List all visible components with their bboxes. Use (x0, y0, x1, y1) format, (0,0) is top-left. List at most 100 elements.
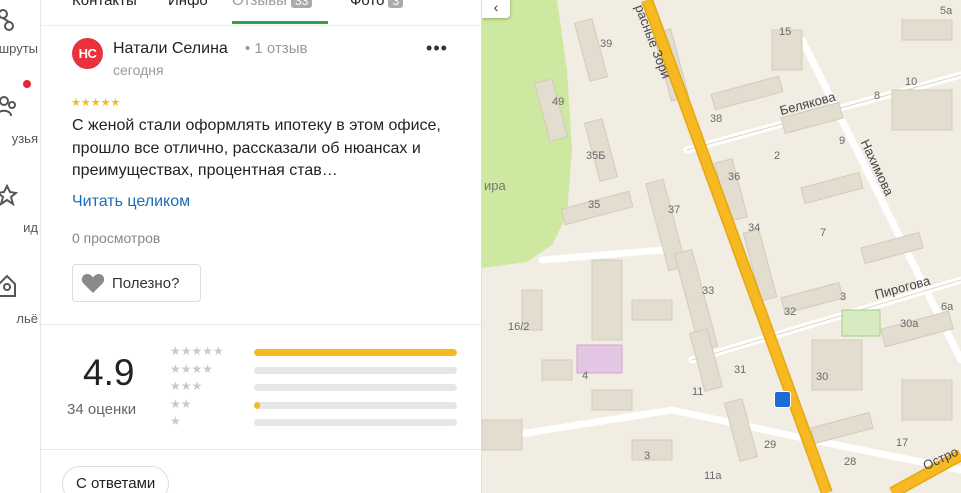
house-number: 9 (839, 135, 846, 147)
rail-item-apartment[interactable]: льё (0, 268, 40, 338)
avatar-initials: НС (78, 46, 97, 61)
distribution-stars: ★ (170, 414, 181, 428)
helpful-label: Полезно? (112, 274, 180, 292)
rating-distribution-row[interactable]: ★★★ (170, 379, 460, 395)
distribution-bar-track (254, 384, 457, 391)
tab-info-label: Инфо (168, 0, 208, 9)
rating-distribution-row[interactable]: ★★★★ (170, 362, 460, 378)
house-number: 8 (874, 90, 881, 102)
house-number: 15 (779, 26, 792, 38)
filter-with-answers-chip[interactable]: С ответами (62, 466, 170, 493)
house-number: 49 (552, 96, 565, 108)
friends-icon (0, 96, 16, 117)
helpful-button[interactable]: Полезно? (72, 264, 201, 302)
distribution-bar-fill (254, 401, 261, 409)
rail-label-apartment: льё (16, 311, 38, 326)
sports-field (841, 309, 881, 337)
heart-icon (81, 273, 105, 293)
house-number: 37 (668, 204, 681, 216)
house-number: 31 (734, 364, 747, 376)
house-number: 3 (644, 450, 651, 462)
house-number: 5а (940, 5, 953, 17)
rating-distribution-row[interactable]: ★★ (170, 397, 460, 413)
rail-label-guide: ид (23, 220, 38, 235)
house-number: 39 (600, 38, 613, 50)
map[interactable]: ‹ Белякова Нахимова Пирогова расные Зори… (482, 0, 961, 493)
house-number: 6а (941, 301, 954, 313)
house-number: 35 (588, 199, 601, 211)
house-number: 29 (764, 439, 777, 451)
reviews-panel: Контакты Инфо Отзывы 33 Фото 3 НС Натали С… (41, 0, 482, 493)
house-number: 34 (748, 222, 761, 234)
rail-item-friends[interactable]: узья (0, 90, 40, 150)
rating-distribution-row[interactable]: ★ (170, 414, 460, 430)
read-more-link[interactable]: Читать целиком (72, 193, 190, 211)
chevron-left-icon: ‹ (493, 0, 499, 15)
house-number: 30а (900, 318, 919, 330)
house-number: 33 (702, 285, 715, 297)
tab-contacts[interactable]: Контакты (72, 0, 137, 9)
house-number: 11а (704, 470, 722, 482)
review-stars: ★★★★★ (71, 97, 121, 109)
avatar[interactable]: НС (72, 38, 103, 69)
distribution-bar-track (254, 419, 457, 426)
map-area-label: ира (484, 178, 506, 193)
rail-label-routes: шруты (0, 41, 38, 56)
house-number: 16/2 (508, 321, 530, 333)
tab-bar: Контакты Инфо Отзывы 33 Фото 3 (41, 0, 481, 26)
house-number: 4 (582, 370, 589, 382)
house-number: 2 (774, 150, 781, 162)
review-author[interactable]: Натали Селина (113, 40, 228, 58)
tab-photo[interactable]: Фото 3 (350, 0, 404, 9)
distribution-stars: ★★★ (170, 379, 203, 393)
house-number: 11 (692, 386, 704, 398)
distribution-stars: ★★ (170, 396, 192, 411)
house-number: 10 (905, 76, 918, 88)
route-icon (0, 9, 14, 31)
distribution-stars: ★★★★ (170, 361, 214, 376)
active-tab-indicator (232, 21, 328, 24)
distribution-bar-track (254, 349, 457, 356)
tab-info[interactable]: Инфо (168, 0, 208, 9)
house-number: 32 (784, 306, 797, 318)
distribution-bar-track (254, 366, 457, 374)
bus-stop-icon[interactable] (774, 391, 791, 408)
tab-photo-badge: 3 (388, 0, 404, 8)
collapse-panel-button[interactable]: ‹ (482, 0, 510, 18)
rating-count: 34 оценки (67, 401, 137, 418)
notification-dot (23, 80, 31, 88)
tab-reviews-label: Отзывы (232, 0, 287, 9)
distribution-stars: ★★★★★ (170, 344, 224, 358)
review-views: 0 просмотров (72, 230, 161, 246)
house-number: 38 (710, 113, 723, 125)
rating-value: 4.9 (83, 352, 135, 393)
tab-reviews[interactable]: Отзывы 33 (232, 0, 313, 9)
section-divider (41, 324, 481, 325)
house-number: 28 (844, 456, 857, 468)
rail-label-friends: узья (11, 131, 38, 146)
review-text: С женой стали оформлять ипотеку в этом о… (72, 117, 441, 179)
left-rail: шруты узья ид льё (0, 0, 41, 493)
more-options-button[interactable]: ••• (425, 39, 449, 62)
rail-item-guide[interactable]: ид (0, 178, 40, 238)
tab-reviews-badge: 33 (290, 0, 313, 8)
apartment-icon (0, 274, 16, 297)
house-number: 3 (840, 291, 847, 303)
tab-photo-label: Фото (350, 0, 385, 9)
rail-item-routes[interactable]: шруты (0, 0, 40, 60)
house-number: 7 (820, 227, 827, 239)
house-number: 17 (896, 437, 909, 449)
review-date: сегодня (113, 62, 164, 78)
tab-contacts-label: Контакты (72, 0, 137, 9)
distribution-bar-track (254, 401, 457, 409)
ellipsis-icon: ••• (426, 38, 448, 58)
rating-distribution-row[interactable]: ★★★★★ (170, 344, 460, 360)
guide-icon (0, 184, 18, 206)
map-canvas[interactable] (482, 0, 961, 493)
author-review-count: • 1 отзыв (245, 40, 308, 57)
house-number: 30 (816, 371, 829, 383)
section-divider (41, 449, 481, 450)
building-highlight (576, 344, 623, 374)
distribution-bar-fill (254, 349, 457, 356)
filter-with-answers-label: С ответами (76, 475, 156, 492)
